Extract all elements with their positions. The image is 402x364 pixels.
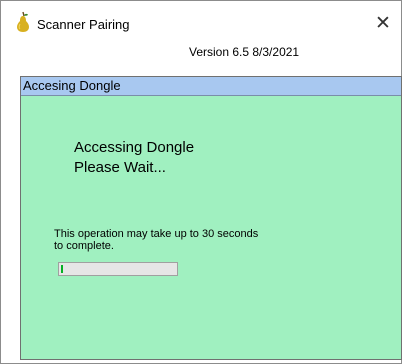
info-text-line2: to complete. bbox=[54, 240, 114, 252]
status-message-line2: Please Wait... bbox=[74, 159, 166, 176]
window-title: Scanner Pairing bbox=[37, 17, 130, 32]
scanner-pairing-window: Scanner Pairing ✕ Version 6.5 8/3/2021 A… bbox=[0, 0, 402, 364]
progress-bar bbox=[58, 262, 178, 276]
status-message-line1: Accessing Dongle bbox=[74, 139, 195, 156]
version-label: Version 6.5 8/3/2021 bbox=[189, 45, 300, 59]
close-button[interactable]: ✕ bbox=[369, 9, 397, 37]
progress-bar-fill bbox=[61, 265, 63, 273]
close-icon: ✕ bbox=[375, 12, 391, 34]
panel-header-label: Accesing Dongle bbox=[23, 78, 121, 93]
dongle-panel: Accesing Dongle Accessing Dongle Please … bbox=[20, 76, 402, 360]
title-bar[interactable]: Scanner Pairing ✕ bbox=[1, 1, 401, 39]
pear-icon bbox=[17, 11, 29, 32]
info-text: This operation may take up to 30 seconds… bbox=[54, 228, 294, 252]
info-text-line1: This operation may take up to 30 seconds bbox=[54, 228, 259, 240]
panel-header: Accesing Dongle bbox=[21, 77, 401, 96]
